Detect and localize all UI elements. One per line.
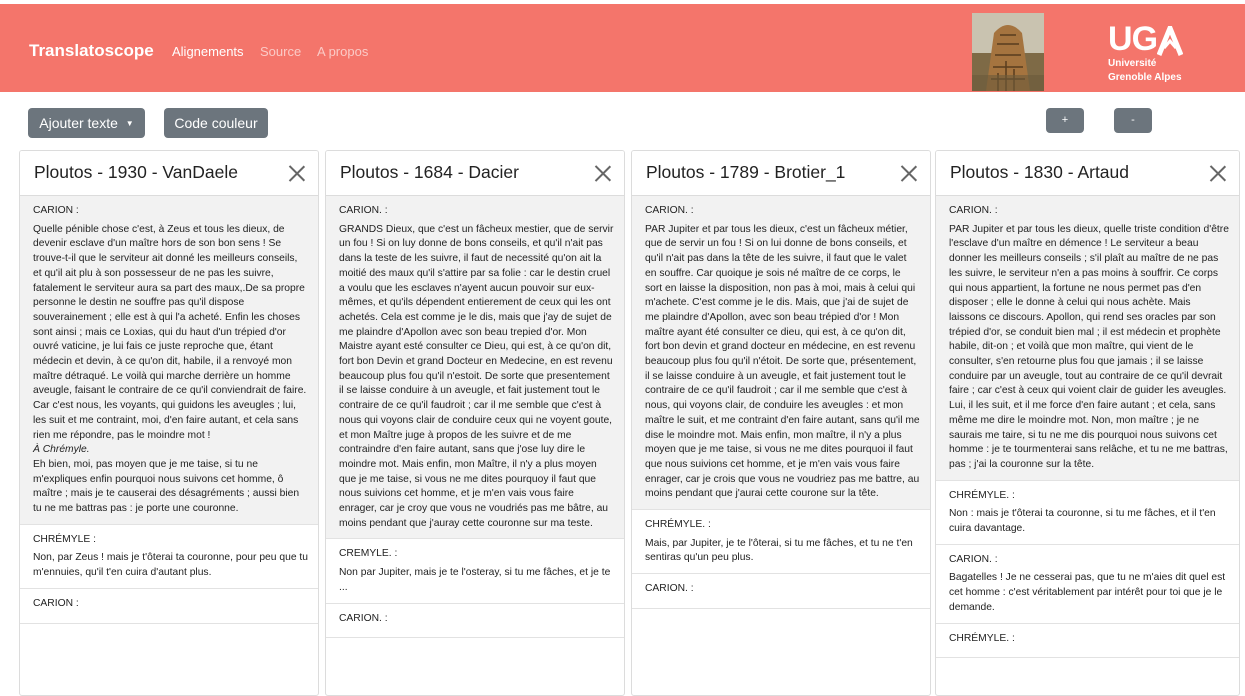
speaker-label: CARION. :: [645, 205, 694, 216]
navbar: Translatoscope Alignements Source A prop…: [0, 4, 1245, 92]
aligned-segment[interactable]: CREMYLE. : Non par Jupiter, mais je te l…: [326, 539, 624, 604]
column-header: Ploutos - 1684 - Dacier: [326, 151, 624, 196]
aligned-segment[interactable]: CARION. :: [632, 574, 930, 609]
close-icon[interactable]: [288, 164, 306, 182]
add-text-dropdown-button[interactable]: Ajouter texte ▼: [28, 108, 145, 138]
uga-logo-letter-g: G: [1131, 20, 1158, 58]
close-icon[interactable]: [594, 164, 612, 182]
tower-of-babel-image: [972, 13, 1044, 91]
aligned-segment[interactable]: CHRÉMYLE. : Non : mais je t'ôterai ta co…: [936, 481, 1239, 545]
uga-logo-letter-a: A: [1156, 21, 1184, 56]
nav-link-a-propos[interactable]: A propos: [317, 44, 368, 59]
speaker-label: CREMYLE. :: [339, 548, 398, 560]
column-header: Ploutos - 1930 - VanDaele: [20, 151, 318, 196]
caret-down-icon: ▼: [125, 119, 134, 128]
speaker-label: CARION. :: [339, 612, 388, 624]
speaker-label: CARION :: [33, 597, 79, 609]
segment-text: Bagatelles ! Je ne cesserai pas, que tu …: [949, 572, 1226, 613]
segment-text: PAR Jupiter et par tous les dieux, c'est…: [645, 223, 920, 500]
column-title: Ploutos - 1930 - VanDaele: [34, 162, 238, 182]
aligned-segment[interactable]: CARION :: [20, 589, 318, 624]
translation-column: Ploutos - 1789 - Brotier_1 CARION. : PAR…: [631, 150, 931, 696]
aligned-segment[interactable]: CHRÉMYLE. :: [936, 624, 1239, 659]
zoom-in-button[interactable]: +: [1046, 108, 1084, 133]
aligned-segment[interactable]: CHRÉMYLE : Non, par Zeus ! mais je t'ôte…: [20, 525, 318, 589]
column-title: Ploutos - 1830 - Artaud: [950, 162, 1129, 182]
alignment-grid: Ploutos - 1930 - VanDaele CARION : Quell…: [19, 150, 1240, 696]
speaker-label: CHRÉMYLE. :: [645, 519, 711, 531]
segment-text: Non : mais je t'ôterai ta couronne, si t…: [949, 508, 1216, 535]
column-title: Ploutos - 1684 - Dacier: [340, 162, 519, 182]
aligned-segment[interactable]: CARION. : GRANDS Dieux, que c'est un fâc…: [326, 196, 624, 540]
segment-text: Non, par Zeus ! mais je t'ôterai ta cour…: [33, 552, 308, 579]
translation-column: Ploutos - 1830 - Artaud CARION. : PAR Ju…: [935, 150, 1240, 696]
segment-text: Non par Jupiter, mais je te l'osteray, s…: [339, 567, 611, 593]
aligned-segment[interactable]: CHRÉMYLE. : Mais, par Jupiter, je te l'ô…: [632, 510, 930, 575]
speaker-label: CARION. :: [949, 205, 998, 216]
add-text-label: Ajouter texte: [39, 115, 118, 131]
speaker-label: CHRÉMYLE. :: [949, 632, 1015, 644]
speaker-label: CHRÉMYLE :: [33, 533, 96, 545]
translation-column: Ploutos - 1684 - Dacier CARION. : GRANDS…: [325, 150, 625, 696]
speaker-label: CARION :: [33, 205, 79, 216]
close-icon[interactable]: [900, 164, 918, 182]
aligned-segment[interactable]: CARION. : PAR Jupiter et par tous les di…: [632, 196, 930, 511]
uga-logo: U G A Université Grenoble Alpes: [1108, 20, 1188, 92]
aligned-segment[interactable]: CARION. : PAR Jupiter et par tous les di…: [936, 196, 1239, 481]
nav-link-alignements[interactable]: Alignements: [172, 44, 244, 59]
aligned-segment[interactable]: CARION. : Bagatelles ! Je ne cesserai pa…: [936, 545, 1239, 624]
close-icon[interactable]: [1209, 164, 1227, 182]
segment-text: Mais, par Jupiter, je te l'ôterai, si tu…: [645, 537, 913, 564]
segment-text: PAR Jupiter et par tous les dieux, quell…: [949, 223, 1229, 470]
brand-link[interactable]: Translatoscope: [29, 41, 154, 61]
speaker-label: CARION. :: [645, 583, 694, 595]
column-header: Ploutos - 1830 - Artaud: [936, 151, 1239, 196]
column-header: Ploutos - 1789 - Brotier_1: [632, 151, 930, 196]
uga-logo-line1: Université: [1108, 58, 1157, 69]
segment-text: Eh bien, moi, pas moyen que je me taise,…: [33, 458, 300, 515]
stage-direction: À Chrémyle.: [33, 444, 90, 456]
tower-of-babel-picture: [972, 13, 1044, 91]
zoom-out-button[interactable]: -: [1114, 108, 1152, 133]
translation-column: Ploutos - 1930 - VanDaele CARION : Quell…: [19, 150, 319, 696]
uga-logo-letter-u: U: [1108, 20, 1133, 58]
column-title: Ploutos - 1789 - Brotier_1: [646, 162, 846, 182]
nav-link-source[interactable]: Source: [260, 44, 301, 59]
uga-logo-line2: Grenoble Alpes: [1108, 72, 1182, 83]
speaker-label: CARION. :: [949, 553, 998, 565]
color-code-button[interactable]: Code couleur: [164, 108, 268, 138]
aligned-segment[interactable]: CARION. :: [326, 604, 624, 639]
speaker-label: CHRÉMYLE. :: [949, 489, 1015, 501]
segment-text: Quelle pénible chose c'est, à Zeus et to…: [33, 223, 307, 441]
segment-text: GRANDS Dieux, que c'est un fâcheux mesti…: [339, 223, 614, 529]
aligned-segment[interactable]: CARION : Quelle pénible chose c'est, à Z…: [20, 196, 318, 525]
uga-a-glyph-icon: [1156, 21, 1184, 56]
speaker-label: CARION. :: [339, 205, 388, 216]
